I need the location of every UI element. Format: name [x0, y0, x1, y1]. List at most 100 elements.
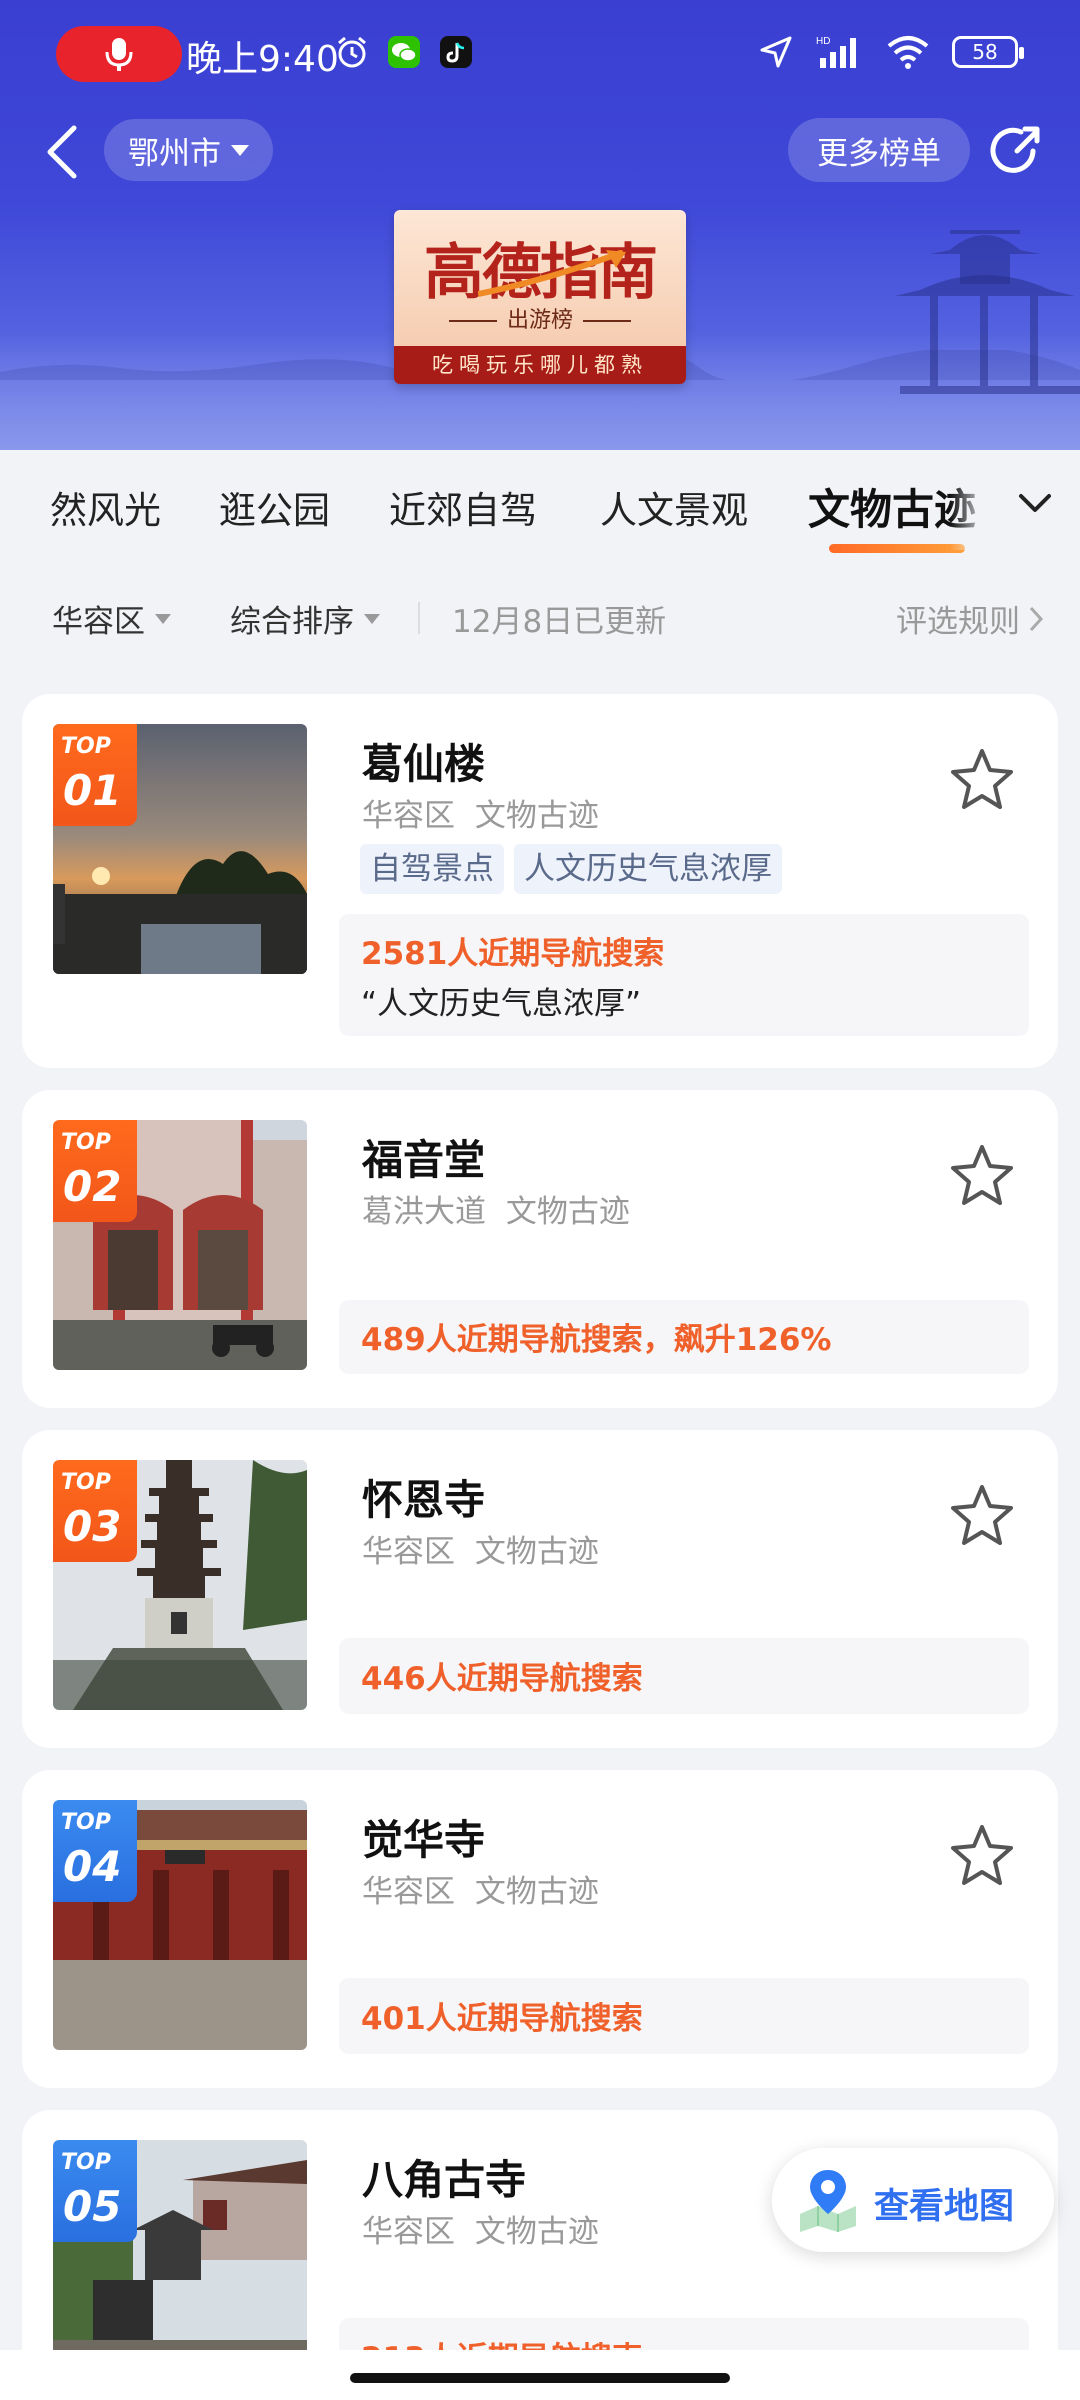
tiktok-icon [438, 34, 474, 70]
rank-badge-top: TOP [61, 2150, 111, 2175]
stat-box: 401人近期导航搜索 [339, 1978, 1029, 2054]
logo-slogan: 吃喝玩乐哪儿都熟 [394, 346, 686, 384]
stat-box: 2581人近期导航搜索 “人文历史气息浓厚” [339, 914, 1029, 1036]
rank-number: 01 [63, 766, 122, 815]
tab-cultural-landscape[interactable]: 人文景观 [600, 480, 748, 534]
nav-search-stat: 489人近期导航搜索，飙升126% [361, 1322, 832, 1358]
place-tag: 自驾景点 [360, 844, 504, 894]
status-bar: 晚上9:40 HD 58 [0, 0, 1080, 110]
city-selector[interactable]: 鄂州市 [104, 119, 273, 181]
stat-box: 446人近期导航搜索 [339, 1638, 1029, 1714]
chevron-down-icon [231, 144, 249, 156]
caret-down-icon [155, 613, 171, 624]
status-notification-icons [334, 34, 474, 70]
rank-badge: TOP 02 [53, 1120, 137, 1222]
rank-badge-top: TOP [61, 1810, 111, 1835]
caret-down-icon [364, 613, 380, 624]
battery-indicator: 58 [952, 36, 1024, 68]
list-item[interactable]: TOP 03 怀恩寺 华容区 文物古迹 446人近期导航搜索 [22, 1430, 1058, 1748]
microphone-icon [105, 38, 133, 71]
place-photo[interactable]: TOP 04 [53, 1800, 307, 2050]
rank-badge: TOP 03 [53, 1460, 137, 1562]
svg-text:HD: HD [816, 36, 830, 47]
place-photo[interactable]: TOP 02 [53, 1120, 307, 1370]
favorite-star-icon[interactable] [949, 746, 1015, 812]
filter-divider [418, 602, 420, 634]
rank-number: 03 [63, 1502, 122, 1551]
nav-search-stat: 401人近期导航搜索 [361, 2001, 643, 2037]
status-system-icons: HD 58 [758, 34, 1024, 70]
place-meta: 华容区 文物古迹 [362, 1534, 599, 1570]
list-item[interactable]: TOP 01 葛仙楼 华容区 文物古迹 自驾景点 人文历史气息浓厚 2581人近… [22, 694, 1058, 1068]
sort-filter[interactable]: 综合排序 [230, 596, 380, 641]
filter-row: 华容区 综合排序 12月8日已更新 评选规则 [0, 580, 1080, 656]
rank-badge-top: TOP [61, 734, 111, 759]
list-item[interactable]: TOP 02 福音堂 葛洪大道 文物古迹 489人近期导航搜索，飙升126% [22, 1090, 1058, 1408]
category-tabs: 然风光 逛公园 近郊自驾 人文景观 文物古迹 [0, 450, 1080, 560]
more-lists-button[interactable]: 更多榜单 [788, 118, 970, 182]
place-photo[interactable]: TOP 03 [53, 1460, 307, 1710]
district-filter-label: 华容区 [52, 604, 145, 640]
place-name[interactable]: 葛仙楼 [362, 730, 485, 790]
district-filter[interactable]: 华容区 [52, 596, 171, 641]
nav-search-stat: 2581人近期导航搜索 [361, 936, 665, 972]
nav-search-stat: 446人近期导航搜索 [361, 1661, 643, 1697]
share-button[interactable] [984, 118, 1050, 184]
place-name[interactable]: 八角古寺 [362, 2146, 526, 2206]
amap-guide-logo: 高德指南 出游榜 吃喝玩乐哪儿都熟 [394, 210, 686, 384]
alarm-icon [334, 34, 370, 70]
tab-suburban-driving[interactable]: 近郊自驾 [389, 480, 537, 534]
status-time: 晚上9:40 [186, 39, 339, 80]
list-item[interactable]: TOP 04 觉华寺 华容区 文物古迹 401人近期导航搜索 [22, 1770, 1058, 2088]
wechat-icon [386, 34, 422, 70]
tab-parks[interactable]: 逛公园 [219, 480, 330, 534]
rank-badge: TOP 05 [53, 2140, 137, 2242]
favorite-star-icon[interactable] [949, 1822, 1015, 1888]
map-pin-icon [800, 2170, 856, 2232]
location-arrow-icon [760, 36, 792, 68]
signal-icon: HD [816, 36, 856, 68]
sort-filter-label: 综合排序 [230, 604, 354, 640]
chevron-down-icon [1019, 494, 1051, 512]
place-name[interactable]: 福音堂 [362, 1126, 485, 1186]
place-photo[interactable]: TOP 01 [53, 724, 307, 974]
back-button[interactable] [36, 124, 88, 180]
view-map-button[interactable]: 查看地图 [772, 2148, 1054, 2252]
recording-indicator[interactable] [56, 26, 182, 82]
selection-rules-label: 评选规则 [896, 604, 1020, 640]
rank-number: 02 [63, 1162, 122, 1211]
home-indicator[interactable] [350, 2373, 730, 2383]
place-name[interactable]: 怀恩寺 [362, 1466, 485, 1526]
selection-rules-link[interactable]: 评选规则 [896, 596, 1044, 641]
favorite-star-icon[interactable] [949, 1482, 1015, 1548]
rank-badge-top: TOP [61, 1130, 111, 1155]
place-meta: 华容区 文物古迹 [362, 1874, 599, 1910]
share-icon [990, 126, 1040, 173]
wifi-icon [887, 36, 929, 69]
active-tab-indicator [829, 544, 965, 553]
rank-number: 05 [63, 2182, 122, 2231]
tab-nature-scenery[interactable]: 然风光 [50, 480, 161, 534]
pavilion-decoration [895, 230, 1080, 394]
place-meta: 葛洪大道 文物古迹 [362, 1194, 630, 1230]
rank-badge: TOP 01 [53, 724, 137, 826]
back-arrow-icon [47, 125, 77, 179]
header-nav: 鄂州市 更多榜单 [0, 116, 1080, 186]
stat-box: 489人近期导航搜索，飙升126% [339, 1300, 1029, 1374]
logo-subtitle: 出游榜 [394, 302, 686, 334]
place-meta: 华容区 文物古迹 [362, 798, 599, 834]
rank-badge-top: TOP [61, 1470, 111, 1495]
favorite-star-icon[interactable] [949, 1142, 1015, 1208]
place-name[interactable]: 觉华寺 [362, 1806, 485, 1866]
tabs-expand-button[interactable] [1012, 480, 1058, 526]
chevron-right-icon [1029, 606, 1044, 631]
place-meta: 华容区 文物古迹 [362, 2214, 599, 2250]
view-map-label: 查看地图 [874, 2187, 1015, 2227]
rank-number: 04 [63, 1842, 122, 1891]
updated-date: 12月8日已更新 [452, 604, 667, 640]
logo-swoosh [478, 250, 626, 297]
city-label: 鄂州市 [128, 135, 221, 172]
review-quote: “人文历史气息浓厚” [361, 986, 642, 1022]
tabs-fade [950, 450, 990, 550]
rank-badge: TOP 04 [53, 1800, 137, 1902]
